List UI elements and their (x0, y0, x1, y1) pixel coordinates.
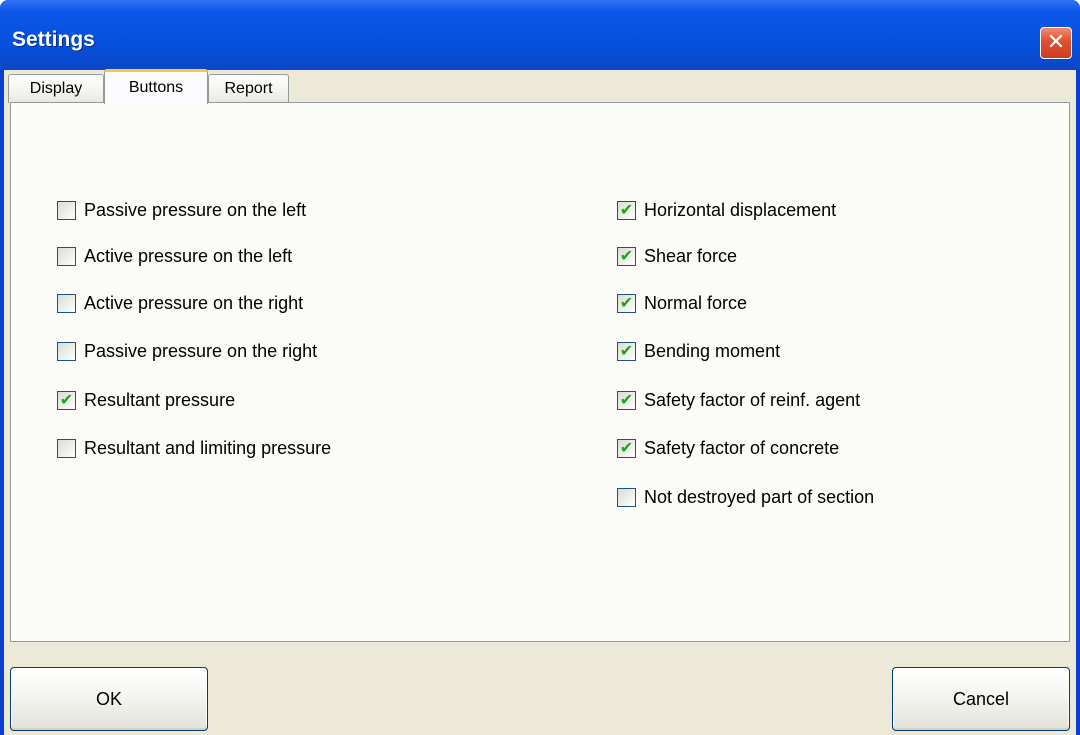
option-active-pressure-left[interactable]: ✔ Active pressure on the left (57, 243, 292, 269)
check-icon: ✔ (619, 293, 634, 312)
ok-button-label: OK (95, 688, 122, 709)
checkbox[interactable]: ✔ (57, 341, 76, 361)
checkbox[interactable]: ✔ (617, 390, 636, 410)
checkbox[interactable]: ✔ (57, 293, 76, 313)
option-label: Resultant and limiting pressure (84, 437, 332, 458)
option-resultant-pressure[interactable]: ✔ Resultant pressure (57, 387, 235, 413)
check-icon: ✔ (619, 246, 634, 265)
option-bending-moment[interactable]: ✔ Bending moment (617, 338, 780, 364)
option-passive-pressure-right[interactable]: ✔ Passive pressure on the right (57, 338, 317, 364)
option-label: Active pressure on the left (84, 245, 293, 266)
option-label: Not destroyed part of section (644, 486, 875, 507)
window-title: Settings (12, 28, 95, 51)
checkbox[interactable]: ✔ (617, 487, 636, 507)
option-label: Resultant pressure (84, 389, 236, 410)
option-horizontal-displacement[interactable]: ✔ Horizontal displacement (617, 197, 836, 223)
option-label: Shear force (644, 245, 738, 266)
checkbox[interactable]: ✔ (617, 293, 636, 313)
option-safety-factor-concrete[interactable]: ✔ Safety factor of concrete (617, 435, 839, 461)
option-label: Bending moment (644, 340, 781, 361)
settings-dialog: Settings ✕ Display Buttons Report ✔ Pass… (0, 0, 1080, 735)
option-label: Safety factor of reinf. agent (644, 389, 861, 410)
checkbox[interactable]: ✔ (57, 200, 76, 220)
title-bar[interactable]: Settings ✕ (0, 0, 1080, 70)
option-resultant-limiting-pressure[interactable]: ✔ Resultant and limiting pressure (57, 435, 331, 461)
tab-label: Buttons (128, 79, 184, 96)
cancel-button[interactable]: Cancel (892, 667, 1070, 731)
cancel-button-label: Cancel (952, 688, 1010, 709)
option-normal-force[interactable]: ✔ Normal force (617, 290, 747, 316)
option-label: Passive pressure on the left (84, 199, 307, 220)
option-label: Safety factor of concrete (644, 437, 840, 458)
ok-button[interactable]: OK (10, 667, 208, 731)
close-button[interactable]: ✕ (1040, 27, 1072, 59)
check-icon: ✔ (619, 438, 634, 457)
tab-buttons[interactable]: Buttons (104, 69, 208, 104)
dialog-body: Display Buttons Report ✔ Passive pressur… (4, 69, 1076, 735)
option-shear-force[interactable]: ✔ Shear force (617, 243, 737, 269)
option-passive-pressure-left[interactable]: ✔ Passive pressure on the left (57, 197, 306, 223)
checkbox[interactable]: ✔ (57, 246, 76, 266)
check-icon: ✔ (59, 390, 74, 409)
checkbox[interactable]: ✔ (57, 438, 76, 458)
check-icon: ✔ (619, 200, 634, 219)
tab-label: Report (224, 80, 273, 97)
option-label: Active pressure on the right (84, 292, 304, 313)
option-not-destroyed-part[interactable]: ✔ Not destroyed part of section (617, 484, 874, 510)
check-icon: ✔ (619, 390, 634, 409)
checkbox[interactable]: ✔ (617, 200, 636, 220)
check-icon: ✔ (619, 341, 634, 360)
option-label: Passive pressure on the right (84, 340, 318, 361)
tab-label: Display (29, 80, 83, 97)
checkbox[interactable]: ✔ (617, 438, 636, 458)
checkbox[interactable]: ✔ (617, 246, 636, 266)
tab-report[interactable]: Report (208, 74, 289, 103)
option-label: Horizontal displacement (644, 199, 837, 220)
buttons-tab-panel: ✔ Passive pressure on the left ✔ Active … (10, 102, 1070, 642)
option-label: Normal force (644, 292, 748, 313)
checkbox[interactable]: ✔ (57, 390, 76, 410)
checkbox[interactable]: ✔ (617, 341, 636, 361)
option-safety-factor-reinf-agent[interactable]: ✔ Safety factor of reinf. agent (617, 387, 860, 413)
close-icon: ✕ (1046, 30, 1066, 55)
option-active-pressure-right[interactable]: ✔ Active pressure on the right (57, 290, 303, 316)
tab-display[interactable]: Display (8, 74, 104, 103)
